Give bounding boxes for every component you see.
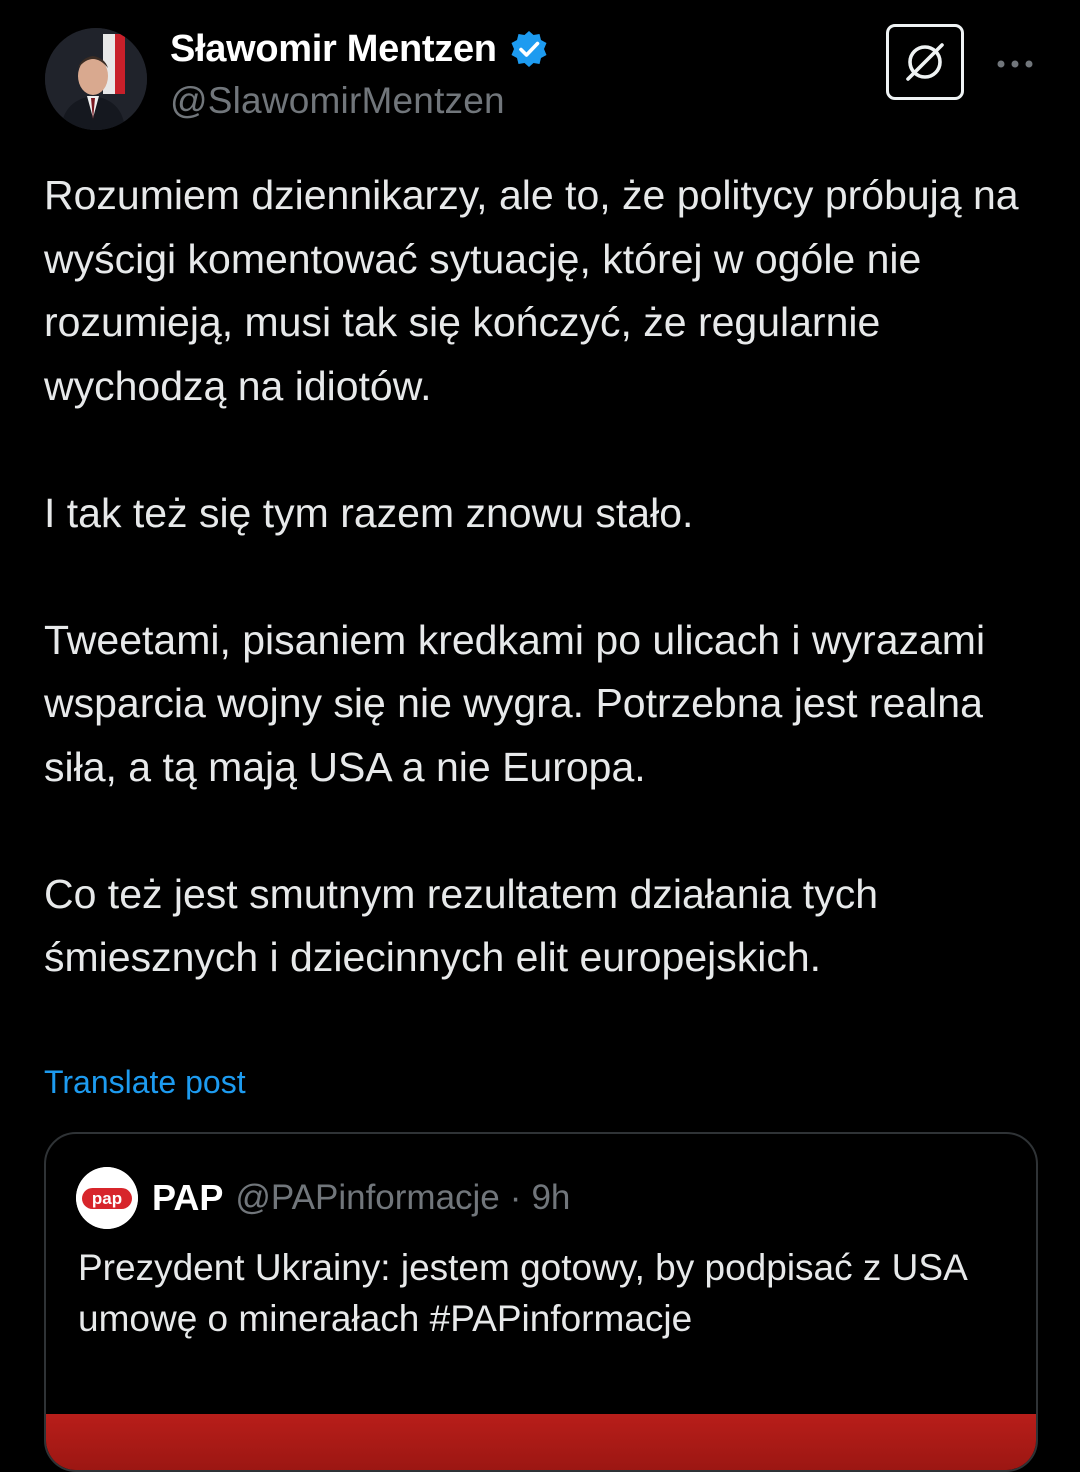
author-name-row[interactable]: Sławomir Mentzen — [170, 26, 549, 72]
post-header: Sławomir Mentzen @SlawomirMentzen — [0, 0, 1080, 150]
quoted-post-media[interactable] — [46, 1414, 1036, 1470]
quoted-timestamp[interactable]: 9h — [531, 1178, 570, 1218]
pap-logo-text: pap — [92, 1189, 122, 1208]
post-paragraph: Rozumiem dziennikarzy, ale to, że polity… — [44, 172, 1019, 409]
grok-button[interactable] — [886, 24, 964, 100]
post-paragraph: Co też jest smutnym rezultatem działania… — [44, 870, 878, 981]
more-dots-icon — [997, 60, 1033, 68]
pap-logo-icon: pap — [76, 1167, 138, 1229]
author-handle[interactable]: @SlawomirMentzen — [170, 80, 505, 122]
quoted-separator: · — [509, 1178, 522, 1217]
verified-badge-icon — [509, 29, 549, 69]
grok-icon — [906, 43, 944, 81]
author-name[interactable]: Sławomir Mentzen — [170, 28, 497, 71]
quoted-author-name[interactable]: PAP — [152, 1177, 223, 1219]
quoted-post-card[interactable]: pap PAP @PAPinformacje · 9h Prezydent Uk… — [44, 1132, 1038, 1472]
post-paragraph: I tak też się tym razem znowu stało. — [44, 489, 694, 536]
quoted-author-avatar[interactable]: pap — [76, 1167, 138, 1229]
author-avatar-image — [45, 28, 147, 130]
quoted-author-handle[interactable]: @PAPinformacje — [235, 1178, 499, 1218]
quoted-post-header: pap PAP @PAPinformacje · 9h — [76, 1166, 570, 1230]
quoted-post-text: Prezydent Ukrainy: jestem gotowy, by pod… — [78, 1247, 966, 1339]
translate-post-link[interactable]: Translate post — [44, 1062, 246, 1102]
more-options-button[interactable] — [992, 46, 1038, 82]
post-text: Rozumiem dziennikarzy, ale to, że polity… — [44, 164, 1044, 990]
author-avatar[interactable] — [45, 28, 147, 130]
post-paragraph: Tweetami, pisaniem kredkami po ulicach i… — [44, 616, 986, 790]
